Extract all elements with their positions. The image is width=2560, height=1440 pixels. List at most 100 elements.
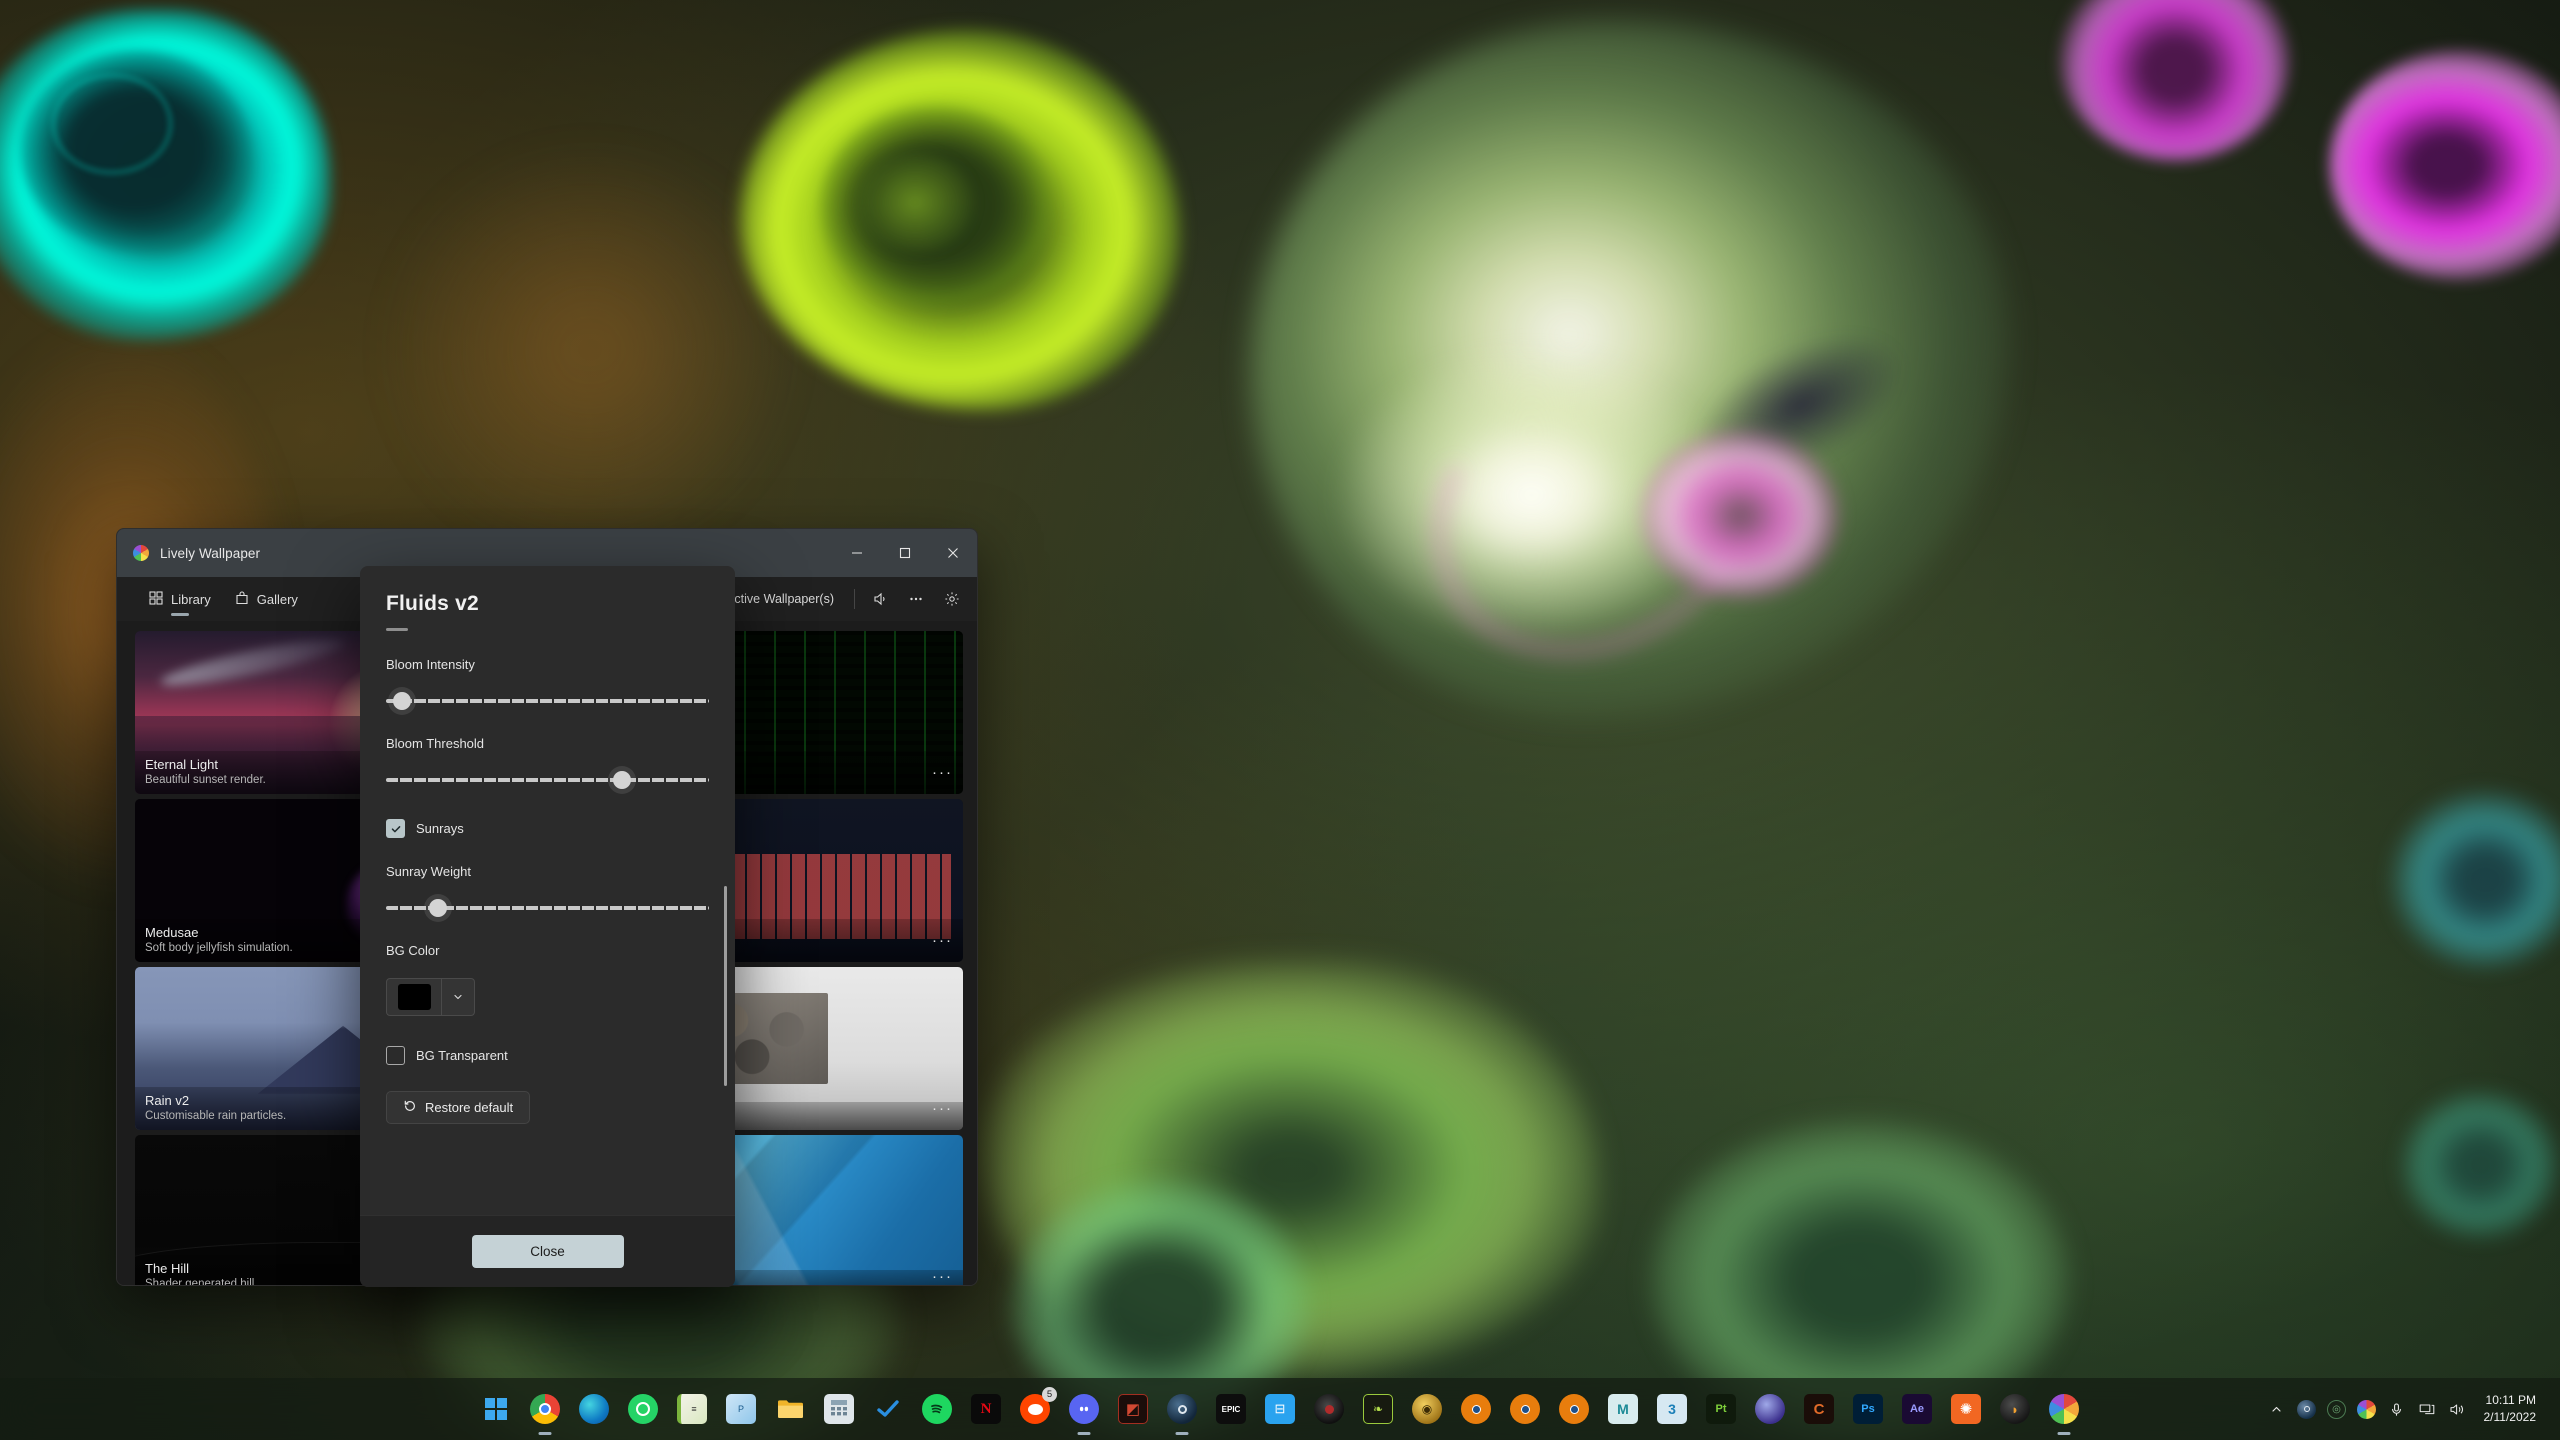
taskbar-item-netflix[interactable]: N <box>966 1389 1006 1429</box>
taskbar-item-painter[interactable]: Pt <box>1701 1389 1741 1429</box>
taskbar-item-flstudio[interactable]: ◗ <box>1995 1389 2035 1429</box>
taskbar-item-blender-1[interactable] <box>1456 1389 1496 1429</box>
slider-thumb[interactable] <box>393 692 412 710</box>
taskbar-item-discord[interactable] <box>1064 1389 1104 1429</box>
network-icon[interactable] <box>2412 1387 2442 1431</box>
tab-library[interactable]: Library <box>137 577 223 621</box>
tab-gallery[interactable]: Gallery <box>223 577 310 621</box>
taskbar-item-record[interactable] <box>1309 1389 1349 1429</box>
restore-default-button[interactable]: Restore default <box>386 1091 531 1124</box>
gear-icon[interactable] <box>935 584 969 614</box>
taskbar-item-yellow-app[interactable]: ◉ <box>1407 1389 1447 1429</box>
blender-icon <box>1510 1394 1540 1424</box>
taskbar-item-3dsmax[interactable]: 3 <box>1652 1389 1692 1429</box>
field-label: BG Color <box>386 943 440 958</box>
sunrays-label: Sunrays <box>416 821 464 836</box>
taskbar-item-steam[interactable] <box>1162 1389 1202 1429</box>
lively-logo-icon <box>133 545 149 561</box>
color-swatch-wrap <box>387 979 441 1015</box>
window-title: Lively Wallpaper <box>160 545 261 561</box>
volume-icon[interactable] <box>2442 1387 2472 1431</box>
dialog-scrollbar[interactable] <box>724 886 727 1086</box>
chrome-icon <box>530 1394 560 1424</box>
clip-studio-icon: C <box>1804 1394 1834 1424</box>
slider-thumb[interactable] <box>612 771 631 789</box>
chevron-up-icon[interactable] <box>2262 1387 2292 1431</box>
taskbar-item-start[interactable] <box>476 1389 516 1429</box>
steam-tray-icon[interactable] <box>2292 1387 2322 1431</box>
sunray-weight-slider[interactable] <box>386 899 709 917</box>
taskbar-item-substance-designer[interactable]: ✺ <box>1946 1389 1986 1429</box>
wallpaper-lime-inner <box>855 150 975 255</box>
bg-color-row <box>386 978 709 1016</box>
taskbar-item-todo[interactable] <box>868 1389 908 1429</box>
taskbar-item-marmoset[interactable] <box>1750 1389 1790 1429</box>
taskbar-item-epic-games[interactable]: EPIC <box>1211 1389 1251 1429</box>
speaker-icon[interactable] <box>863 584 897 614</box>
whatsapp-icon <box>628 1394 658 1424</box>
blender-icon <box>1461 1394 1491 1424</box>
notepad-icon: ≡ <box>677 1394 707 1424</box>
taskbar-item-green-app[interactable]: ❧ <box>1358 1389 1398 1429</box>
close-icon[interactable] <box>929 529 977 577</box>
ellipsis-icon[interactable]: ··· <box>932 1269 953 1284</box>
taskbar-item-lively[interactable] <box>2044 1389 2084 1429</box>
taskbar-item-blender-3[interactable] <box>1554 1389 1594 1429</box>
window-controls <box>833 529 977 577</box>
field-sunrays[interactable]: Sunrays <box>386 819 709 838</box>
lively-tray-icon[interactable] <box>2352 1387 2382 1431</box>
field-label: Sunray Weight <box>386 864 472 879</box>
collapse-handle[interactable] <box>386 628 408 631</box>
todo-check-icon <box>873 1394 903 1424</box>
sublime-icon: ⊟ <box>1265 1394 1295 1424</box>
taskbar-item-aftereffects[interactable]: Ae <box>1897 1389 1937 1429</box>
ellipsis-icon[interactable]: ··· <box>932 1101 953 1116</box>
color-swatch[interactable] <box>397 984 431 1010</box>
clock[interactable]: 10:11 PM 2/11/2022 <box>2472 1392 2551 1426</box>
taskbar-item-whatsapp[interactable] <box>623 1389 663 1429</box>
taskbar-item-photoshop[interactable]: Ps <box>1848 1389 1888 1429</box>
blender-icon <box>1559 1394 1589 1424</box>
taskbar-item-calculator[interactable] <box>819 1389 859 1429</box>
taskbar-item-clip-studio[interactable]: C <box>1799 1389 1839 1429</box>
green-app-icon: ❧ <box>1363 1394 1393 1424</box>
taskbar-item-maya[interactable]: M <box>1603 1389 1643 1429</box>
bloom-threshold-slider[interactable] <box>386 771 709 789</box>
bg-color-picker[interactable] <box>386 978 475 1016</box>
slider-thumb[interactable] <box>428 899 447 917</box>
chevron-down-icon[interactable] <box>441 979 474 1015</box>
microphone-icon[interactable] <box>2382 1387 2412 1431</box>
ellipsis-icon[interactable] <box>899 584 933 614</box>
netflix-icon: N <box>971 1394 1001 1424</box>
epic-games-icon: EPIC <box>1216 1394 1246 1424</box>
minimize-icon[interactable] <box>833 529 881 577</box>
taskbar: ≡ P N 5 ◩ EPIC ⊟ ❧ ◉ M 3 Pt C Ps Ae ✺ ◗ … <box>0 1378 2560 1440</box>
ellipsis-icon[interactable]: ··· <box>932 933 953 948</box>
restore-icon <box>403 1099 417 1116</box>
clock-date: 2/11/2022 <box>2483 1410 2537 1424</box>
bloom-intensity-slider[interactable] <box>386 692 709 710</box>
windows-start-icon <box>481 1394 511 1424</box>
taskbar-item-reddit[interactable]: 5 <box>1015 1387 1057 1429</box>
taskbar-item-powerpoint[interactable]: P <box>721 1389 761 1429</box>
substance-painter-icon: Pt <box>1706 1394 1736 1424</box>
taskbar-item-file-explorer[interactable] <box>770 1389 810 1429</box>
wallpaper-settings-dialog: Fluids v2 Bloom Intensity Bloom Threshol… <box>360 566 735 1287</box>
taskbar-item-blender-2[interactable] <box>1505 1389 1545 1429</box>
notification-badge: 5 <box>1042 1387 1057 1402</box>
bg-transparent-checkbox[interactable] <box>386 1046 405 1065</box>
taskbar-item-notepad[interactable]: ≡ <box>672 1389 712 1429</box>
taskbar-item-chrome[interactable] <box>525 1389 565 1429</box>
shield-tray-icon[interactable]: ◎ <box>2322 1387 2352 1431</box>
taskbar-item-dota2[interactable]: ◩ <box>1113 1389 1153 1429</box>
flstudio-icon: ◗ <box>2000 1394 2030 1424</box>
field-label: Bloom Threshold <box>386 736 485 751</box>
maximize-icon[interactable] <box>881 529 929 577</box>
field-bg-transparent[interactable]: BG Transparent <box>386 1046 709 1065</box>
taskbar-item-spotify[interactable] <box>917 1389 957 1429</box>
close-button[interactable]: Close <box>471 1235 624 1268</box>
ellipsis-icon[interactable]: ··· <box>932 765 953 780</box>
taskbar-item-edge[interactable] <box>574 1389 614 1429</box>
taskbar-item-sublime[interactable]: ⊟ <box>1260 1389 1300 1429</box>
sunrays-checkbox[interactable] <box>386 819 405 838</box>
